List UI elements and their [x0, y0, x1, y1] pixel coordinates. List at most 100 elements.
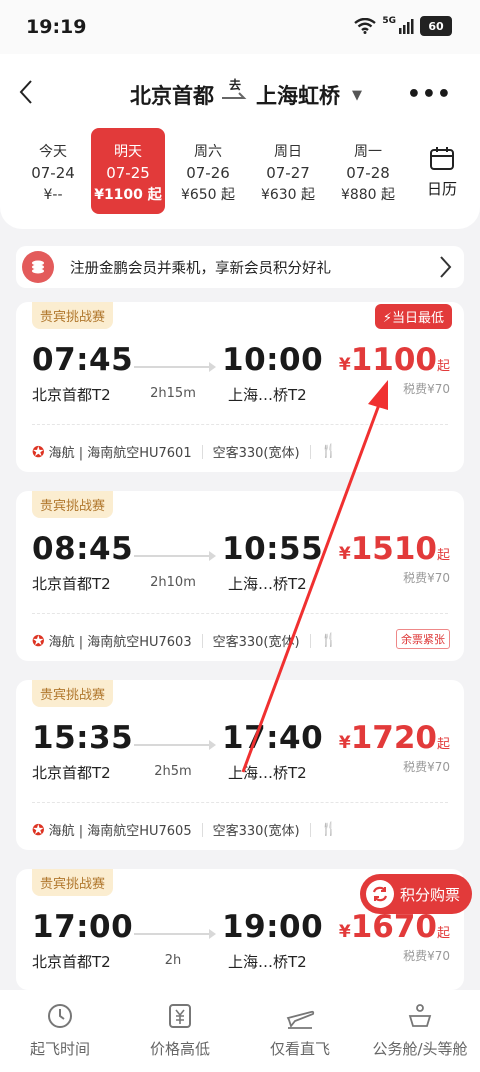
- signal-icon: [399, 19, 414, 34]
- points-purchase-button[interactable]: 积分购票: [360, 874, 472, 914]
- date-tab[interactable]: 今天 07-24 ¥--: [16, 128, 90, 214]
- network-label: 5G: [382, 16, 396, 26]
- separator: [309, 444, 311, 459]
- date-weekday: 周日: [274, 144, 302, 160]
- airline-flight: 海航 | 海南航空HU7601: [48, 446, 192, 461]
- flight-card[interactable]: 贵宾挑战赛 15:35 17:40 北京首都T2 2h5m 上海…桥T2 ¥17…: [16, 680, 464, 850]
- promo-tag: 贵宾挑战赛: [32, 302, 114, 329]
- lightning-icon: ⚡: [382, 311, 392, 326]
- low-seats-badge: 余票紧张: [396, 629, 450, 649]
- refresh-icon: [366, 880, 394, 908]
- currency-symbol: ¥: [338, 544, 351, 564]
- route-dropdown-icon[interactable]: ▼: [352, 88, 362, 103]
- date-price: ¥880 起: [340, 187, 396, 203]
- arrival-time: 10:55: [222, 531, 324, 567]
- tax-fee: 税费¥70: [403, 382, 450, 396]
- date-weekday: 明天: [114, 144, 142, 160]
- filter-price[interactable]: 价格高低: [120, 990, 240, 1072]
- departure-time: 07:45: [32, 342, 134, 378]
- date-tab-selected[interactable]: 明天 07-25 ¥1100 起: [91, 128, 165, 214]
- aircraft-type: 空客330(宽体): [212, 824, 300, 839]
- card-divider: [32, 424, 448, 425]
- calendar-label: 日历: [426, 180, 457, 198]
- lowest-price-badge: ⚡当日最低: [374, 304, 452, 329]
- arrival-airport: 上海…桥T2: [228, 575, 307, 593]
- clock-icon: [48, 1004, 72, 1028]
- direction-label: 去: [228, 78, 241, 92]
- separator: [309, 822, 311, 837]
- status-bar: 19:19 5G 60: [0, 0, 480, 54]
- date-tab[interactable]: 周六 07-26 ¥650 起: [171, 128, 245, 214]
- battery-icon: 60: [420, 16, 452, 36]
- back-icon[interactable]: [18, 78, 34, 106]
- price-value: 1510: [350, 531, 437, 567]
- aircraft-type: 空客330(宽体): [212, 635, 300, 650]
- flight-card[interactable]: 贵宾挑战赛 08:45 10:55 北京首都T2 2h10m 上海…桥T2 ¥1…: [16, 491, 464, 661]
- route-direction: 去: [222, 79, 248, 101]
- promo-tag: 贵宾挑战赛: [32, 869, 114, 896]
- date-weekday: 周一: [354, 144, 382, 160]
- price-suffix: 起: [436, 737, 450, 752]
- filter-cabin-class[interactable]: 公务舱/头等舱: [360, 990, 480, 1072]
- status-icons: 5G 60: [354, 16, 452, 36]
- route-origin: 北京首都: [130, 84, 214, 108]
- flight-info: ✪ 海航 | 海南航空HU7605 空客330(宽体) 🍴: [32, 820, 337, 840]
- date-day: 07-28: [346, 164, 390, 182]
- flight-duration: 2h15m: [150, 386, 196, 401]
- hainan-airlines-logo-icon: ✪: [32, 631, 45, 650]
- date-tab[interactable]: 周一 07-28 ¥880 起: [331, 128, 405, 214]
- filter-departure-time[interactable]: 起飞时间: [0, 990, 120, 1072]
- route-destination: 上海虹桥: [256, 84, 340, 108]
- filter-direct-only[interactable]: 仅看直飞: [240, 990, 360, 1072]
- hainan-airlines-logo-icon: ✪: [32, 820, 45, 839]
- flight-arrow: [134, 551, 216, 561]
- departure-time: 15:35: [32, 720, 134, 756]
- tax-fee: 税费¥70: [403, 760, 450, 774]
- departure-time: 08:45: [32, 531, 134, 567]
- coin-stack-icon: [22, 251, 54, 283]
- price-value: 1670: [350, 909, 437, 945]
- airline-flight: 海航 | 海南航空HU7605: [48, 824, 192, 839]
- flight-arrow: [134, 740, 216, 750]
- calendar-button[interactable]: 日历: [420, 146, 464, 199]
- wifi-icon: [354, 18, 377, 34]
- date-day: 07-27: [266, 164, 310, 182]
- arrival-airport: 上海…桥T2: [228, 953, 307, 971]
- more-menu-icon[interactable]: •••: [407, 82, 452, 107]
- hainan-airlines-logo-icon: ✪: [32, 442, 45, 461]
- route-title[interactable]: 北京首都 去 上海虹桥 ▼: [130, 79, 362, 110]
- crown-icon: [408, 1004, 432, 1027]
- chevron-right-icon: [440, 256, 452, 278]
- date-day: 07-26: [186, 164, 230, 182]
- airline-flight: 海航 | 海南航空HU7603: [48, 635, 192, 650]
- date-price: ¥630 起: [260, 187, 316, 203]
- filter-label: 公务舱/头等舱: [372, 1040, 468, 1058]
- tax-fee: 税费¥70: [403, 949, 450, 963]
- status-time: 19:19: [26, 16, 87, 38]
- flight-arrow: [134, 362, 216, 372]
- date-weekday: 今天: [39, 144, 67, 160]
- flight-info: ✪ 海航 | 海南航空HU7601 空客330(宽体) 🍴: [32, 442, 337, 462]
- meal-icon: 🍴: [320, 822, 337, 837]
- departure-airport: 北京首都T2: [32, 764, 111, 782]
- plane-icon: [286, 1010, 315, 1029]
- flight-duration: 2h: [164, 953, 182, 968]
- flight-card[interactable]: 贵宾挑战赛 ⚡当日最低 07:45 10:00 北京首都T2 2h15m 上海……: [16, 302, 464, 472]
- date-tab[interactable]: 周日 07-27 ¥630 起: [251, 128, 325, 214]
- filter-label: 价格高低: [149, 1040, 210, 1058]
- currency-symbol: ¥: [338, 733, 351, 753]
- date-day: 07-24: [31, 164, 75, 182]
- flight-arrow: [134, 929, 216, 939]
- price: ¥1720起: [339, 720, 450, 756]
- price: ¥1670起: [339, 909, 450, 945]
- price: ¥1100起: [339, 342, 450, 378]
- points-purchase-label: 积分购票: [400, 885, 461, 904]
- date-day: 07-25: [106, 164, 150, 182]
- price-suffix: 起: [436, 926, 450, 941]
- price: ¥1510起: [339, 531, 450, 567]
- arrival-time: 17:40: [222, 720, 324, 756]
- calendar-icon: [430, 147, 454, 170]
- date-price: ¥650 起: [180, 187, 236, 203]
- departure-time: 17:00: [32, 909, 134, 945]
- promo-banner[interactable]: 注册金鹏会员并乘机，享新会员积分好礼: [16, 246, 464, 288]
